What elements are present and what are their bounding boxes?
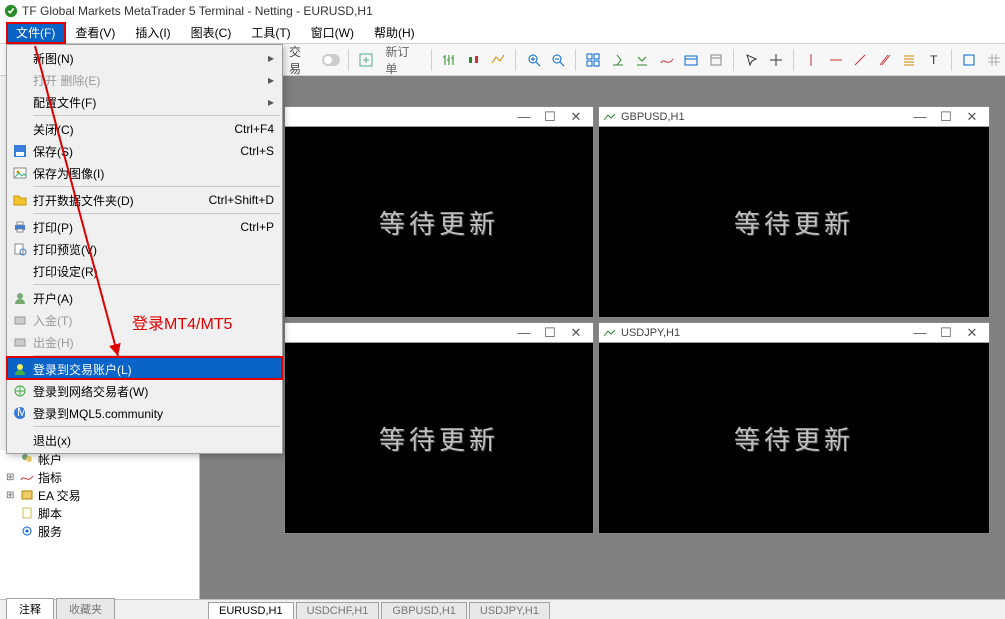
chart-candles-icon[interactable] bbox=[462, 48, 485, 72]
shift-icon[interactable] bbox=[631, 48, 654, 72]
menu-item-login-webtrader[interactable]: 登录到网络交易者(W) bbox=[7, 380, 282, 402]
menu-bar: 文件(F) 查看(V) 插入(I) 图表(C) 工具(T) 窗口(W) 帮助(H… bbox=[0, 22, 1005, 44]
chart-pane-4: USDJPY,H1 — ☐ ✕ 等待更新 bbox=[598, 322, 990, 534]
svg-text:M: M bbox=[17, 406, 27, 419]
chart-pane-2: GBPUSD,H1 — ☐ ✕ 等待更新 bbox=[598, 106, 990, 318]
chart-tab-usdjpy[interactable]: USDJPY,H1 bbox=[469, 602, 550, 619]
hline-icon[interactable] bbox=[825, 48, 848, 72]
window-title: TF Global Markets MetaTrader 5 Terminal … bbox=[22, 4, 373, 18]
nav-item-services[interactable]: 服务 bbox=[0, 522, 199, 540]
crosshair-icon[interactable] bbox=[765, 48, 788, 72]
wait-text: 等待更新 bbox=[379, 420, 499, 457]
services-icon bbox=[20, 524, 34, 538]
chart-workspace: — ☐ ✕ 等待更新 GBPUSD,H1 — ☐ ✕ 等待更新 — ☐ ✕ 等待… bbox=[200, 76, 1005, 599]
wait-text: 等待更新 bbox=[734, 204, 854, 241]
chart-pane-3: — ☐ ✕ 等待更新 bbox=[284, 322, 594, 534]
tile-icon[interactable] bbox=[582, 48, 605, 72]
app-logo-icon bbox=[4, 4, 18, 18]
ea-icon bbox=[20, 488, 34, 502]
close-icon[interactable]: ✕ bbox=[959, 325, 985, 341]
toggle-switch-icon[interactable] bbox=[319, 48, 342, 72]
text-icon[interactable]: T bbox=[923, 48, 946, 72]
nav-tab-common[interactable]: 注释 bbox=[6, 598, 54, 619]
maximize-icon[interactable]: ☐ bbox=[537, 109, 563, 125]
chart-pane-1: — ☐ ✕ 等待更新 bbox=[284, 106, 594, 318]
indicators-icon[interactable] bbox=[656, 48, 679, 72]
scripts-icon bbox=[20, 506, 34, 520]
menu-chart[interactable]: 图表(C) bbox=[181, 22, 242, 43]
annotation-text: 登录MT4/MT5 bbox=[132, 310, 232, 334]
cursor-icon[interactable] bbox=[740, 48, 763, 72]
chart-tab-eurusd[interactable]: EURUSD,H1 bbox=[208, 602, 294, 619]
annotation-box-file-menu bbox=[6, 22, 66, 44]
chart-icon bbox=[603, 110, 617, 124]
maximize-icon[interactable]: ☐ bbox=[933, 109, 959, 125]
zoom-out-icon[interactable] bbox=[547, 48, 570, 72]
chart-pane-2-titlebar: GBPUSD,H1 — ☐ ✕ bbox=[599, 107, 989, 127]
fibo-icon[interactable] bbox=[898, 48, 921, 72]
chart-pane-3-titlebar: — ☐ ✕ bbox=[285, 323, 593, 343]
menu-item-exit[interactable]: 退出(x) bbox=[7, 429, 282, 451]
accounts-icon bbox=[20, 452, 34, 466]
object-list-icon[interactable] bbox=[958, 48, 981, 72]
chart-bars-icon[interactable] bbox=[438, 48, 461, 72]
menu-window[interactable]: 窗口(W) bbox=[301, 22, 364, 43]
nav-item-ea[interactable]: ⊞EA 交易 bbox=[0, 486, 199, 504]
web-login-icon bbox=[7, 384, 33, 398]
maximize-icon[interactable]: ☐ bbox=[933, 325, 959, 341]
chart-tab-usdchf[interactable]: USDCHF,H1 bbox=[296, 602, 380, 619]
indicators-icon bbox=[20, 470, 34, 484]
minimize-icon[interactable]: — bbox=[511, 109, 537, 124]
nav-tab-favorites[interactable]: 收藏夹 bbox=[56, 598, 115, 619]
autoscroll-icon[interactable] bbox=[607, 48, 630, 72]
wait-text: 等待更新 bbox=[379, 204, 499, 241]
templates-icon[interactable] bbox=[705, 48, 728, 72]
trendline-icon[interactable] bbox=[849, 48, 872, 72]
mql5-icon: M bbox=[7, 406, 33, 420]
nav-item-scripts[interactable]: 脚本 bbox=[0, 504, 199, 522]
svg-text:T: T bbox=[930, 53, 938, 67]
menu-help[interactable]: 帮助(H) bbox=[364, 22, 425, 43]
close-icon[interactable]: ✕ bbox=[563, 325, 589, 341]
chart-line-icon[interactable] bbox=[487, 48, 510, 72]
new-order-label[interactable]: 新订单 bbox=[379, 43, 425, 77]
chart-tabs: EURUSD,H1 USDCHF,H1 GBPUSD,H1 USDJPY,H1 bbox=[200, 599, 1005, 619]
close-icon[interactable]: ✕ bbox=[563, 109, 589, 125]
chart-tab-gbpusd[interactable]: GBPUSD,H1 bbox=[381, 602, 467, 619]
chart-pane-1-titlebar: — ☐ ✕ bbox=[285, 107, 593, 127]
menu-tools[interactable]: 工具(T) bbox=[241, 22, 300, 43]
menu-view[interactable]: 查看(V) bbox=[65, 22, 125, 43]
minimize-icon[interactable]: — bbox=[511, 325, 537, 340]
navigator-panel: 帐户 ⊞指标 ⊞EA 交易 脚本 服务 bbox=[0, 450, 200, 599]
wait-text: 等待更新 bbox=[734, 420, 854, 457]
title-bar: TF Global Markets MetaTrader 5 Terminal … bbox=[0, 0, 1005, 22]
nav-item-indicators[interactable]: ⊞指标 bbox=[0, 468, 199, 486]
minimize-icon[interactable]: — bbox=[907, 109, 933, 124]
menu-item-login-mql5[interactable]: M登录到MQL5.community bbox=[7, 402, 282, 424]
navigator-tabs: 注释 收藏夹 bbox=[0, 599, 200, 619]
toolbar-trade-toggle[interactable]: 交易 bbox=[283, 43, 317, 77]
minimize-icon[interactable]: — bbox=[907, 325, 933, 340]
menu-insert[interactable]: 插入(I) bbox=[125, 22, 180, 43]
vline-icon[interactable] bbox=[800, 48, 823, 72]
periods-icon[interactable] bbox=[680, 48, 703, 72]
chart-icon bbox=[603, 326, 617, 340]
maximize-icon[interactable]: ☐ bbox=[537, 325, 563, 341]
new-order-icon[interactable] bbox=[355, 48, 378, 72]
zoom-in-icon[interactable] bbox=[522, 48, 545, 72]
equidistant-icon[interactable] bbox=[874, 48, 897, 72]
close-icon[interactable]: ✕ bbox=[959, 109, 985, 125]
chart-pane-4-titlebar: USDJPY,H1 — ☐ ✕ bbox=[599, 323, 989, 343]
grid-icon[interactable] bbox=[983, 48, 1005, 72]
